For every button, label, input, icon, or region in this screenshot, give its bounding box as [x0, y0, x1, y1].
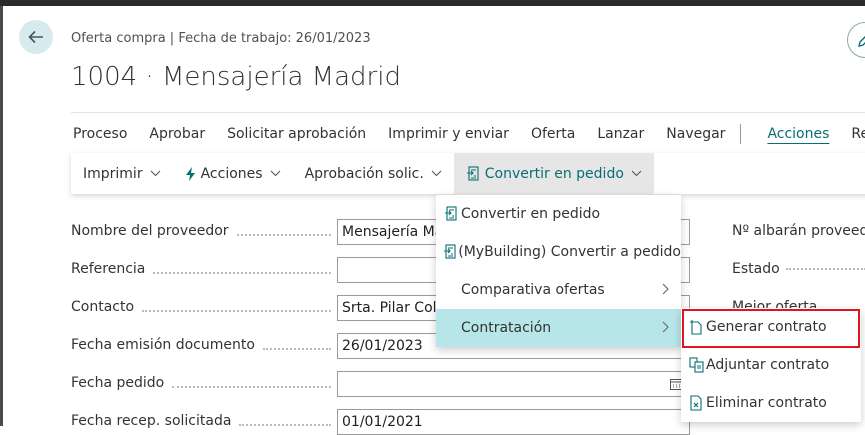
- contratacion-submenu: Generar contrato Adjuntar contrato Elimi…: [681, 308, 861, 422]
- label-text: Contacto: [71, 299, 135, 315]
- nav-acciones[interactable]: Acciones: [756, 119, 840, 149]
- document-convert-icon: [466, 165, 479, 181]
- menu-item-mybuilding-convertir[interactable]: (MyBuilding) Convertir a pedido: [436, 233, 681, 271]
- document-convert-icon: [442, 206, 461, 222]
- menu-item-label: Generar contrato: [706, 319, 827, 335]
- chevron-down-icon: [431, 170, 442, 177]
- convertir-label: Convertir en pedido: [484, 165, 624, 182]
- leader-dots: [153, 271, 331, 274]
- window-left-edge: [0, 6, 3, 426]
- menu-item-convertir-en-pedido[interactable]: Convertir en pedido: [436, 195, 681, 233]
- menu-item-label: Comparativa ofertas: [461, 282, 605, 298]
- right-label-albaran: Nº albarán proveedor: [732, 223, 865, 239]
- delete-document-icon: [687, 395, 706, 411]
- field-label-contacto: Contacto: [71, 299, 331, 315]
- lightning-icon: [185, 166, 195, 181]
- pencil-icon: [858, 36, 865, 47]
- aprobacion-label: Aprobación solic.: [304, 165, 424, 182]
- field-label-fecha-pedido: Fecha pedido: [71, 375, 331, 391]
- menu-item-label: (MyBuilding) Convertir a pedido: [458, 244, 681, 260]
- leader-dots: [172, 385, 331, 388]
- imprimir-dropdown[interactable]: Imprimir: [71, 153, 173, 194]
- edit-button[interactable]: [847, 22, 865, 58]
- fecha-pedido-input[interactable]: [337, 371, 690, 397]
- action-bar: Imprimir Acciones Aprobación solic. Conv…: [71, 153, 865, 194]
- convertir-dropdown[interactable]: Convertir en pedido: [453, 153, 654, 194]
- label-text: Nº albarán proveedor: [732, 223, 865, 239]
- menu-item-label: Adjuntar contrato: [706, 357, 830, 373]
- label-text: Fecha pedido: [71, 375, 165, 391]
- menu-item-label: Convertir en pedido: [461, 206, 601, 222]
- aprobacion-dropdown[interactable]: Aprobación solic.: [293, 153, 454, 194]
- attach-documents-icon: [687, 357, 706, 373]
- menu-item-generar-contrato[interactable]: Generar contrato: [681, 308, 861, 346]
- chevron-down-icon: [150, 170, 160, 177]
- leader-dots: [239, 423, 331, 426]
- leader-dots: [785, 268, 865, 270]
- label-text: Estado: [732, 261, 780, 277]
- menu-item-label: Contratación: [461, 320, 552, 336]
- chevron-down-icon: [270, 170, 280, 177]
- right-label-estado: Estado: [732, 261, 865, 277]
- nav-solicitar-aprobacion[interactable]: Solicitar aprobación: [216, 119, 377, 149]
- nav-oferta[interactable]: Oferta: [520, 119, 586, 149]
- nav-relacionado[interactable]: Relacio: [840, 119, 865, 149]
- document-convert-icon: [442, 244, 458, 260]
- field-label-fecha-recep: Fecha recep. solicitada: [71, 413, 331, 429]
- chevron-right-icon: [662, 321, 669, 333]
- nav-navegar[interactable]: Navegar: [655, 119, 736, 149]
- label-text: Referencia: [71, 261, 146, 277]
- chevron-down-icon: [631, 170, 642, 177]
- new-document-icon: [687, 319, 706, 335]
- leader-dots: [236, 233, 331, 236]
- label-text: Nombre del proveedor: [71, 223, 229, 239]
- field-label-fecha-emision: Fecha emisión documento: [71, 337, 331, 353]
- fecha-recep-input[interactable]: 01/01/2021: [337, 409, 690, 435]
- page-title: 1004 · Mensajería Madrid: [71, 62, 401, 92]
- leader-dots: [142, 309, 331, 312]
- label-text: Fecha emisión documento: [71, 337, 255, 353]
- menu-item-comparativa-ofertas[interactable]: Comparativa ofertas: [436, 271, 681, 309]
- fecha-emision-value: 26/01/2023: [342, 338, 423, 354]
- field-label-nombre-proveedor: Nombre del proveedor: [71, 223, 331, 239]
- nav-imprimir-enviar[interactable]: Imprimir y enviar: [377, 119, 520, 149]
- convertir-menu: Convertir en pedido (MyBuilding) Convert…: [436, 195, 681, 347]
- arrow-left-icon: [28, 30, 43, 44]
- breadcrumb: Oferta compra | Fecha de trabajo: 26/01/…: [71, 31, 371, 46]
- field-label-referencia: Referencia: [71, 261, 331, 277]
- acciones-label: Acciones: [200, 165, 263, 182]
- back-button[interactable]: [19, 20, 53, 54]
- divider: [71, 112, 865, 113]
- menu-item-label: Eliminar contrato: [706, 395, 827, 411]
- menu-item-adjuntar-contrato[interactable]: Adjuntar contrato: [681, 346, 861, 384]
- menu-item-contratacion[interactable]: Contratación: [436, 309, 681, 347]
- nav-separator: [740, 124, 742, 144]
- window-top-bar: [0, 0, 865, 6]
- imprimir-label: Imprimir: [83, 165, 143, 182]
- nav-lanzar[interactable]: Lanzar: [586, 119, 655, 149]
- action-nav: Proceso Aprobar Solicitar aprobación Imp…: [62, 119, 865, 149]
- nav-proceso[interactable]: Proceso: [62, 119, 138, 149]
- chevron-right-icon: [662, 283, 669, 295]
- nav-aprobar[interactable]: Aprobar: [138, 119, 216, 149]
- label-text: Fecha recep. solicitada: [71, 413, 232, 429]
- acciones-dropdown[interactable]: Acciones: [173, 153, 293, 194]
- leader-dots: [262, 347, 331, 350]
- menu-item-eliminar-contrato[interactable]: Eliminar contrato: [681, 384, 861, 422]
